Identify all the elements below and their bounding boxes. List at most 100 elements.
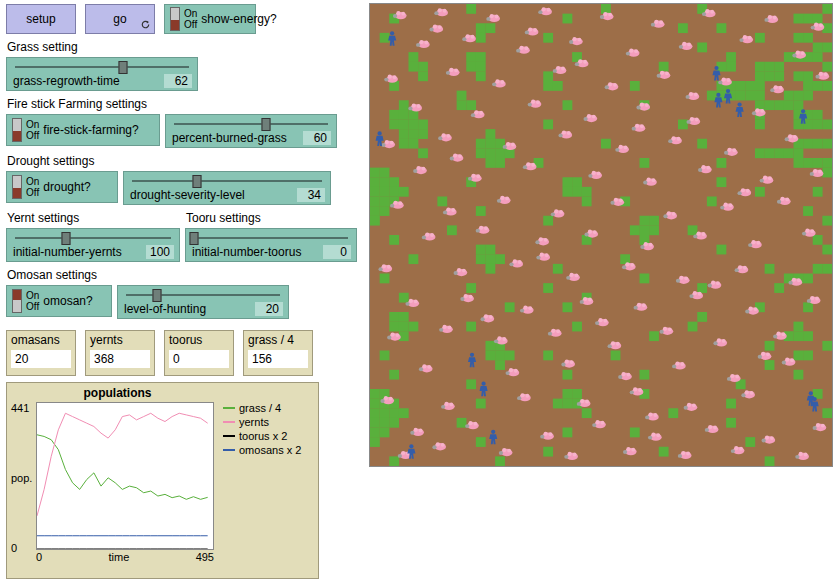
population-plot: populations 441 pop. 0 0 time 495 grass … (6, 382, 319, 579)
yernt-icon (390, 201, 404, 209)
grass-patch (803, 71, 813, 81)
grass-patch (697, 283, 707, 293)
switch-name: drought? (43, 180, 90, 194)
widget-row: On Off omosan? level-of-hunting 20 (6, 285, 289, 319)
yernt-icon (648, 433, 662, 441)
yernt-icon (663, 211, 677, 219)
yernt-icon (752, 108, 766, 116)
yernt-icon (561, 359, 575, 367)
legend-label: toorus x 2 (239, 430, 287, 442)
slider-name: percent-burned-grass (172, 131, 287, 145)
x-axis-label: time (108, 550, 129, 564)
grass-patch (736, 91, 746, 101)
yernt-icon (462, 34, 476, 42)
switch[interactable]: On Off fire-stick-farming? (6, 114, 160, 146)
grass-patch (543, 120, 553, 130)
grass-patch (659, 62, 669, 72)
grass-patch (822, 168, 832, 178)
settings-column: Fire stick Farming settings On Off fire-… (6, 91, 337, 148)
grass-patch (813, 14, 823, 24)
grass-patch (822, 341, 832, 351)
slider-handle[interactable] (62, 232, 71, 245)
go-button[interactable]: go (85, 4, 155, 34)
yernt-icon (610, 198, 624, 206)
grass-patch (803, 33, 813, 43)
yernt-icon (480, 314, 494, 322)
grass-patch (794, 91, 804, 101)
slider-text: grass-regrowth-time 62 (7, 73, 197, 90)
yernt-icon (634, 303, 648, 311)
slider-handle[interactable] (192, 175, 201, 188)
grass-patch (813, 187, 823, 197)
settings-column: Tooru settings initial-number-toorus 0 (185, 205, 357, 262)
grass-patch (813, 110, 823, 120)
slider-handle[interactable] (118, 61, 127, 74)
off-label: Off (184, 19, 197, 30)
grass-patch (726, 62, 736, 72)
slider-handle[interactable] (262, 118, 271, 131)
switch[interactable]: On Off omosan? (6, 285, 112, 317)
grass-patch (640, 216, 650, 226)
x-axis: 0 time 495 (36, 550, 214, 564)
slider-value: 20 (255, 302, 283, 316)
grass-patch (447, 225, 457, 235)
yernt-icon (741, 390, 755, 398)
world-view[interactable] (369, 3, 833, 467)
on-off-labels: On Off (26, 119, 39, 141)
yernt-icon (569, 37, 583, 45)
grass-patch (380, 168, 390, 178)
monitor-value: 368 (90, 350, 150, 368)
yernt-icon (745, 307, 759, 315)
grass-patch (399, 293, 409, 303)
yernt-icon (689, 291, 703, 299)
on-label: On (26, 290, 39, 301)
monitor: yernts 368 (85, 330, 155, 376)
grass-patch (370, 168, 380, 178)
omosan-icon (811, 397, 819, 412)
slider[interactable]: drought-severity-level 34 (123, 171, 331, 205)
grass-patch (505, 302, 515, 312)
yernt-icon (702, 9, 716, 17)
slider[interactable]: grass-regrowth-time 62 (6, 57, 198, 91)
slider[interactable]: initial-number-yernts 100 (6, 228, 180, 262)
slider[interactable]: level-of-hunting 20 (117, 285, 289, 319)
grass-patch (418, 120, 428, 130)
slider-handle[interactable] (152, 289, 161, 302)
legend-swatch (223, 449, 235, 451)
grass-patch (370, 437, 380, 447)
slider-handle[interactable] (190, 232, 199, 245)
grass-patch (495, 456, 505, 466)
yernt-icon (468, 174, 482, 182)
grass-patch (563, 389, 573, 399)
section-heading: Yernt settings (6, 211, 180, 226)
slider-name: drought-severity-level (130, 188, 245, 202)
grass-patch (457, 91, 467, 101)
grass-patch (813, 52, 823, 62)
yernt-icon (636, 102, 650, 110)
switch[interactable]: On Off drought? (6, 171, 118, 203)
omosan-icon (468, 353, 476, 368)
grass-patch (418, 129, 428, 139)
yernt-icon (626, 49, 640, 57)
grass-patch (476, 437, 486, 447)
slider[interactable]: percent-burned-grass 60 (165, 114, 337, 148)
toggle (12, 175, 22, 199)
yernt-icon (584, 230, 598, 238)
settings-section: Omosan settings On Off omosan? level-of-… (6, 262, 363, 319)
grass-patch (745, 437, 755, 447)
yernt-icon (476, 226, 490, 234)
slider[interactable]: initial-number-toorus 0 (185, 228, 357, 262)
grass-patch (409, 129, 419, 139)
yernt-icon (668, 136, 682, 144)
switch[interactable]: On Off show-energy? (164, 4, 256, 34)
grass-patch (409, 139, 419, 149)
grass-patch (370, 216, 380, 226)
yernt-icon (523, 162, 537, 170)
grass-patch (572, 389, 582, 399)
grass-patch (813, 158, 823, 168)
yernt-icon (643, 178, 657, 186)
yernt-icon (492, 79, 506, 87)
grass-patch (582, 197, 592, 207)
setup-button[interactable]: setup (6, 4, 76, 34)
grass-patch (457, 100, 467, 110)
